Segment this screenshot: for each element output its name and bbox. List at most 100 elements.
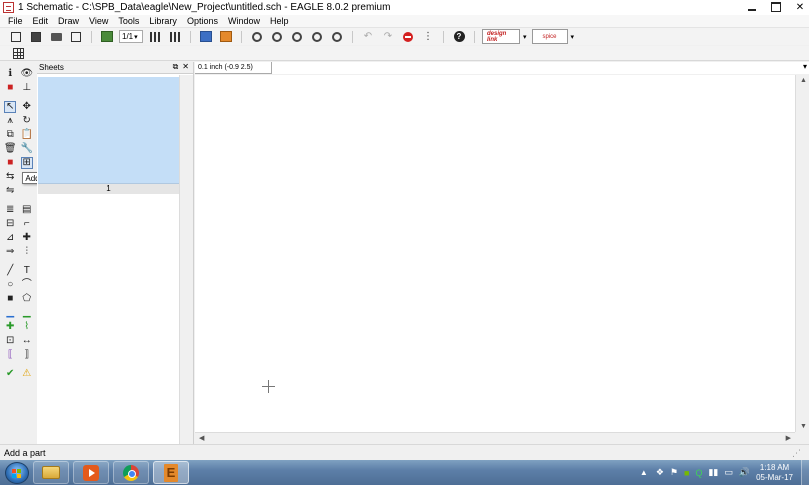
- redraw-icon[interactable]: [310, 30, 324, 44]
- script-icon[interactable]: [168, 30, 182, 44]
- copy-icon[interactable]: ⧉: [4, 129, 16, 141]
- panel-close-icon[interactable]: ✕: [182, 62, 189, 72]
- gate-swap-icon[interactable]: ⇋: [4, 185, 16, 197]
- name-icon[interactable]: ≣: [4, 204, 16, 216]
- errors-warning-icon[interactable]: ⚠: [21, 368, 33, 380]
- info-icon[interactable]: ℹ: [4, 68, 16, 80]
- taskbar-media-player[interactable]: [73, 461, 109, 484]
- junction-icon[interactable]: ✚: [4, 321, 16, 333]
- grid-icon[interactable]: [11, 46, 25, 60]
- dimension-icon[interactable]: ↔: [21, 335, 33, 347]
- display-layers-icon[interactable]: ■: [4, 82, 16, 94]
- zoom-fit-icon[interactable]: [250, 30, 264, 44]
- menu-edit[interactable]: Edit: [28, 16, 54, 26]
- bus-icon[interactable]: ▁: [4, 307, 16, 319]
- value-icon[interactable]: ▤: [21, 204, 33, 216]
- sch-library-icon[interactable]: [199, 30, 213, 44]
- label-icon[interactable]: ⌇: [21, 321, 33, 333]
- board-schematic-switch-icon[interactable]: [100, 30, 114, 44]
- delete-icon[interactable]: 🗑: [4, 143, 17, 155]
- sheet-select[interactable]: 1/1 ▾: [119, 30, 143, 43]
- miter-icon[interactable]: ⌐: [21, 218, 33, 230]
- menu-library[interactable]: Library: [144, 16, 182, 26]
- change-wrench-icon[interactable]: 🔧: [21, 143, 33, 155]
- help-icon[interactable]: ?: [452, 30, 466, 44]
- maximize-icon[interactable]: [771, 1, 781, 13]
- show-desktop-button[interactable]: [801, 460, 809, 485]
- scroll-left-icon[interactable]: ◀: [199, 434, 204, 442]
- graphics-icon[interactable]: ■: [684, 468, 689, 478]
- module-icon[interactable]: ⟦: [4, 349, 16, 361]
- undo-icon[interactable]: ↶: [361, 30, 375, 44]
- canvas-vertical-scrollbar[interactable]: ▲ ▼: [795, 75, 809, 432]
- qualcomm-icon[interactable]: Q: [695, 468, 702, 478]
- scroll-up-icon[interactable]: ▲: [800, 77, 807, 84]
- taskbar-explorer[interactable]: [33, 461, 69, 484]
- go-icon[interactable]: ⋮: [421, 30, 435, 44]
- mirror-icon[interactable]: ⩚: [4, 115, 16, 127]
- port-icon[interactable]: ⟧: [21, 349, 33, 361]
- save-icon[interactable]: [29, 30, 43, 44]
- design-link-dropdown-icon[interactable]: ▾: [523, 33, 527, 41]
- sheet-thumbnail[interactable]: [38, 77, 179, 184]
- menu-window[interactable]: Window: [223, 16, 265, 26]
- cam-processor-icon[interactable]: [69, 30, 83, 44]
- sheets-scrollbar[interactable]: [179, 75, 193, 444]
- rect-icon[interactable]: ■: [4, 293, 16, 305]
- wire-icon[interactable]: ╱: [4, 265, 16, 277]
- scroll-down-icon[interactable]: ▼: [800, 423, 807, 430]
- show-eye-icon[interactable]: 👁: [20, 68, 33, 80]
- battery-icon[interactable]: ▭: [724, 467, 733, 478]
- replace-icon[interactable]: ⇆: [4, 171, 16, 183]
- split-icon[interactable]: ⊿: [4, 232, 16, 244]
- menu-help[interactable]: Help: [265, 16, 294, 26]
- minimize-icon[interactable]: [747, 1, 757, 13]
- spice-dropdown-icon[interactable]: ▾: [571, 33, 575, 41]
- flag-icon[interactable]: ⚑: [670, 467, 678, 478]
- command-line-input[interactable]: [272, 62, 809, 74]
- undock-icon[interactable]: ⧉: [173, 62, 179, 72]
- schematic-canvas[interactable]: [195, 75, 795, 432]
- taskbar-clock[interactable]: 1:18 AM 05-Mar-17: [756, 463, 793, 483]
- mark-icon[interactable]: ⊥: [21, 82, 33, 94]
- close-icon[interactable]: ✕: [795, 1, 805, 13]
- scroll-right-icon[interactable]: ▶: [786, 434, 791, 442]
- pinswap-icon[interactable]: ⇒: [4, 246, 16, 258]
- dropbox-icon[interactable]: ❖: [656, 467, 664, 478]
- add-icon[interactable]: ⊞: [20, 157, 33, 169]
- canvas-horizontal-scrollbar[interactable]: ◀ ▶: [195, 432, 795, 444]
- ulp-icon[interactable]: [148, 30, 162, 44]
- tray-expand-icon[interactable]: ▲: [640, 468, 648, 477]
- menu-file[interactable]: File: [3, 16, 28, 26]
- open-icon[interactable]: [9, 30, 23, 44]
- volume-icon[interactable]: 🔊: [739, 467, 750, 478]
- erc-icon[interactable]: ✔: [4, 368, 16, 380]
- circle-icon[interactable]: ○: [4, 279, 16, 291]
- net-icon[interactable]: ▁: [21, 307, 33, 319]
- network-icon[interactable]: ▮▮: [708, 467, 718, 478]
- arc-icon[interactable]: ⌒: [21, 279, 33, 291]
- menu-options[interactable]: Options: [182, 16, 223, 26]
- zoom-out-icon[interactable]: [290, 30, 304, 44]
- attribute-icon[interactable]: ⫶: [21, 246, 33, 258]
- zoom-select-icon[interactable]: [330, 30, 344, 44]
- smash-icon[interactable]: ⊟: [4, 218, 16, 230]
- zoom-in-icon[interactable]: [270, 30, 284, 44]
- menu-draw[interactable]: Draw: [53, 16, 84, 26]
- eagle-app-icon[interactable]: [3, 2, 14, 13]
- spice-button[interactable]: spice: [531, 29, 568, 44]
- add-part-icon[interactable]: ■: [4, 157, 16, 169]
- rotate-icon[interactable]: ↻: [21, 115, 33, 127]
- polygon-icon[interactable]: ⬠: [21, 293, 33, 305]
- move-icon[interactable]: ↖: [4, 101, 17, 113]
- start-button[interactable]: [5, 461, 29, 484]
- print-icon[interactable]: [49, 30, 63, 44]
- design-link-button[interactable]: design link: [482, 29, 520, 44]
- menu-view[interactable]: View: [84, 16, 113, 26]
- command-line[interactable]: ▾: [272, 62, 809, 74]
- move-cross-icon[interactable]: ✥: [21, 101, 33, 113]
- optimize-icon[interactable]: ✚: [21, 232, 33, 244]
- paste-icon[interactable]: 📋: [21, 129, 33, 141]
- stop-icon[interactable]: [401, 30, 415, 44]
- resize-grip-icon[interactable]: ⋰: [792, 448, 801, 459]
